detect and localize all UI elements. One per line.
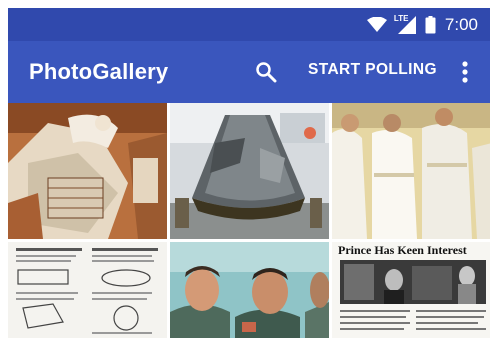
photo-astronauts-smiling[interactable] [170, 242, 329, 338]
photo-grid: Prince Has Keen Interest [8, 103, 490, 338]
photo-apollo-capsule[interactable] [170, 103, 329, 239]
search-button[interactable] [252, 58, 280, 86]
app-title: PhotoGallery [29, 59, 169, 84]
photo-technical-diagram-page[interactable] [8, 242, 167, 338]
search-icon [256, 62, 277, 83]
start-polling-button[interactable]: START POLLING [308, 61, 437, 79]
status-bar: LTE 7:00 [8, 8, 490, 41]
network-type-label: LTE [393, 13, 409, 23]
app-toolbar: PhotoGallery START POLLING [8, 41, 490, 103]
photo-officers-in-white[interactable] [332, 103, 490, 239]
overflow-menu-icon [462, 61, 468, 83]
status-icons: LTE 7:00 [366, 8, 478, 41]
overflow-menu-button[interactable] [453, 57, 477, 87]
cell-signal-icon: LTE [393, 13, 418, 34]
wifi-icon [366, 16, 387, 32]
battery-icon [425, 15, 436, 33]
photo-spacecraft-interior[interactable] [8, 103, 167, 239]
photo-newspaper-clipping[interactable]: Prince Has Keen Interest [332, 242, 490, 338]
phone-screen: LTE 7:00 PhotoGallery START POLLING Prin… [8, 8, 490, 338]
newspaper-headline: Prince Has Keen Interest [338, 243, 467, 257]
status-time: 7:00 [444, 14, 478, 34]
